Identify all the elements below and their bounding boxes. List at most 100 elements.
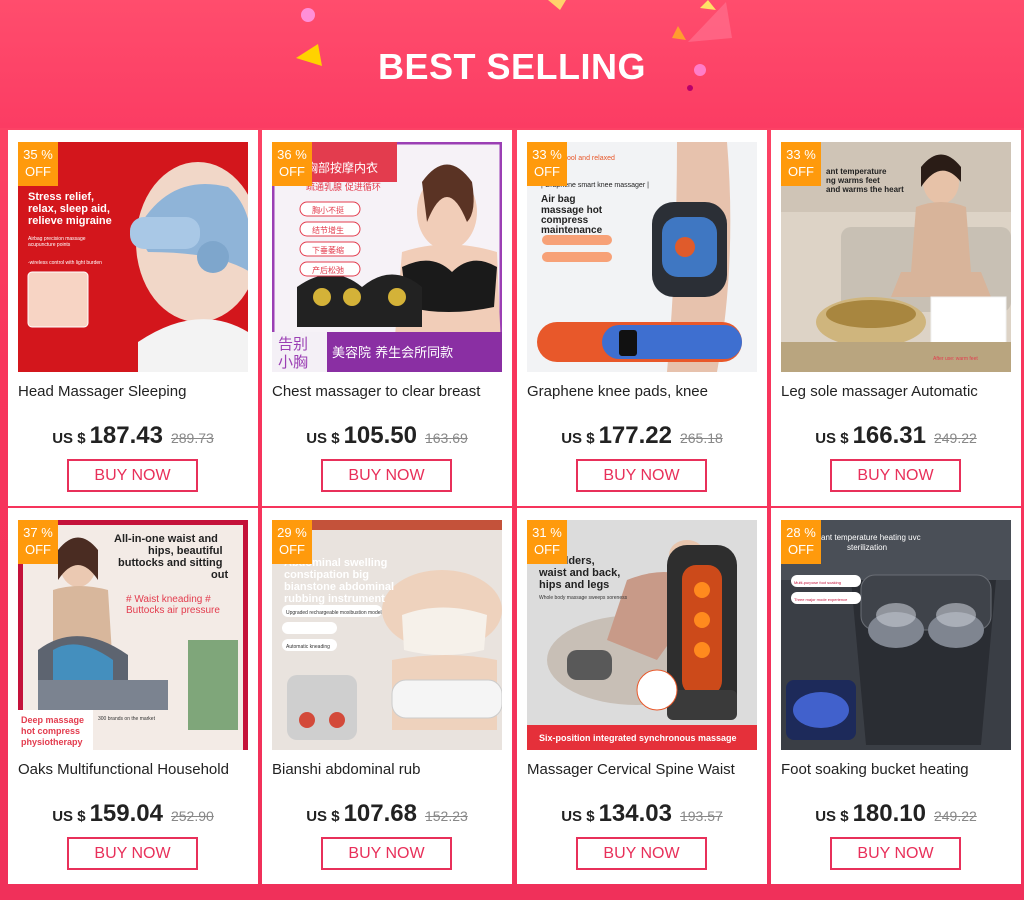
- image-text: ant temperature heating uvc: [821, 533, 921, 542]
- buy-now-button[interactable]: BUY NOW: [321, 459, 452, 492]
- product-image[interactable]: ant temperature heating uvc sterilizatio…: [781, 520, 1011, 750]
- discount-percent: 37 %: [23, 525, 53, 540]
- current-price: 159.04: [89, 800, 163, 827]
- product-name[interactable]: Head Massager Sleeping: [18, 383, 250, 400]
- discount-badge: 36 % OFF: [272, 142, 312, 186]
- image-text: 美容院 养生会所同款: [332, 345, 453, 361]
- product-name[interactable]: Leg sole massager Automatic: [781, 383, 1013, 400]
- image-text: 下垂萎缩: [312, 245, 344, 255]
- discount-off-label: OFF: [534, 164, 560, 179]
- price-row: US $107.68 152.23: [262, 800, 512, 828]
- image-text: Deep massage: [21, 715, 84, 725]
- image-text: Stress relief,: [28, 191, 94, 203]
- buy-now-button[interactable]: BUY NOW: [576, 459, 707, 492]
- image-text: 结节增生: [312, 225, 344, 235]
- currency-label: US $: [815, 808, 849, 825]
- image-text: relax, sleep aid,: [28, 203, 110, 215]
- product-card[interactable]: ant temperature heating uvc sterilizatio…: [771, 508, 1021, 884]
- product-name[interactable]: Bianshi abdominal rub: [272, 761, 504, 778]
- current-price: 166.31: [852, 422, 926, 449]
- product-image[interactable]: shoulders, waist and back, hips and legs…: [527, 520, 757, 750]
- image-text: Air bag: [541, 194, 575, 205]
- original-price: 249.22: [933, 430, 977, 446]
- image-text: rubbing instrument: [284, 593, 385, 605]
- product-image[interactable]: Abdominal swelling constipation big bian…: [272, 520, 502, 750]
- image-text: Whole body massage sweeps soreness: [539, 595, 628, 601]
- image-text: bianstone abdominal: [284, 581, 394, 593]
- product-card[interactable]: All-in-one waist and hips, beautiful but…: [8, 508, 258, 884]
- currency-label: US $: [52, 430, 86, 447]
- discount-percent: 31 %: [532, 525, 562, 540]
- product-card[interactable]: ool and relaxed | Graphene smart knee ma…: [517, 130, 767, 506]
- image-text: 胸部按摩内衣: [306, 160, 378, 175]
- image-text: -wireless control with light burden: [28, 260, 102, 266]
- image-text: hot compress: [21, 726, 80, 736]
- product-name[interactable]: Chest massager to clear breast: [272, 383, 504, 400]
- product-card[interactable]: Abdominal swelling constipation big bian…: [262, 508, 512, 884]
- image-text: maintenance: [541, 225, 603, 236]
- image-text: 疏通乳腺 促进循环: [306, 181, 381, 193]
- currency-label: US $: [306, 808, 340, 825]
- discount-badge: 33 % OFF: [781, 142, 821, 186]
- product-image[interactable]: 胸部按摩内衣 疏通乳腺 促进循环 胸小不挺 结节增生 下垂萎缩 产后松弛 告别 …: [272, 142, 502, 372]
- original-price: 152.23: [424, 808, 468, 824]
- discount-badge: 28 % OFF: [781, 520, 821, 564]
- discount-percent: 36 %: [277, 147, 307, 162]
- image-text: hips and legs: [539, 579, 609, 591]
- discount-off-label: OFF: [279, 164, 305, 179]
- image-text: relieve migraine: [28, 215, 112, 227]
- original-price: 265.18: [679, 430, 723, 446]
- image-text: sterilization: [847, 543, 887, 552]
- buy-now-button[interactable]: BUY NOW: [67, 459, 198, 492]
- discount-badge: 35 % OFF: [18, 142, 58, 186]
- discount-percent: 29 %: [277, 525, 307, 540]
- price-row: US $105.50 163.69: [262, 422, 512, 450]
- product-card[interactable]: shoulders, waist and back, hips and legs…: [517, 508, 767, 884]
- product-image[interactable]: ool and relaxed | Graphene smart knee ma…: [527, 142, 757, 372]
- discount-off-label: OFF: [788, 164, 814, 179]
- buy-now-button[interactable]: BUY NOW: [830, 459, 961, 492]
- buy-now-button[interactable]: BUY NOW: [576, 837, 707, 870]
- image-text: physiotherapy: [21, 737, 83, 747]
- currency-label: US $: [815, 430, 849, 447]
- image-text: Buttocks air pressure: [126, 605, 220, 616]
- discount-badge: 29 % OFF: [272, 520, 312, 564]
- image-text: 300 brands on the market: [98, 716, 156, 722]
- product-name[interactable]: Massager Cervical Spine Waist: [527, 761, 759, 778]
- buy-now-button[interactable]: BUY NOW: [67, 837, 198, 870]
- image-text: 告别: [278, 335, 308, 353]
- discount-off-label: OFF: [788, 542, 814, 557]
- product-name[interactable]: Oaks Multifunctional Household: [18, 761, 250, 778]
- product-image[interactable]: Stress relief, relax, sleep aid, relieve…: [18, 142, 248, 372]
- discount-percent: 28 %: [786, 525, 816, 540]
- product-name[interactable]: Foot soaking bucket heating: [781, 761, 1013, 778]
- discount-off-label: OFF: [25, 164, 51, 179]
- product-card[interactable]: ant temperature ng warms feet and warms …: [771, 130, 1021, 506]
- page-title: BEST SELLING: [377, 46, 647, 87]
- image-text: All-in-one waist and: [114, 533, 218, 545]
- image-text: ng warms feet: [826, 176, 880, 185]
- image-text: Six-position integrated synchronous mass…: [539, 733, 737, 743]
- discount-badge: 37 % OFF: [18, 520, 58, 564]
- image-text: acupuncture points: [28, 242, 71, 248]
- product-image[interactable]: ant temperature ng warms feet and warms …: [781, 142, 1011, 372]
- discount-off-label: OFF: [534, 542, 560, 557]
- image-text: hips, beautiful: [148, 545, 223, 557]
- product-card[interactable]: 胸部按摩内衣 疏通乳腺 促进循环 胸小不挺 结节增生 下垂萎缩 产后松弛 告别 …: [262, 130, 512, 506]
- image-text: 胸小不挺: [312, 205, 344, 215]
- discount-percent: 33 %: [532, 147, 562, 162]
- discount-badge: 33 % OFF: [527, 142, 567, 186]
- product-image[interactable]: All-in-one waist and hips, beautiful but…: [18, 520, 248, 750]
- discount-percent: 35 %: [23, 147, 53, 162]
- current-price: 187.43: [89, 422, 163, 449]
- product-name[interactable]: Graphene knee pads, knee: [527, 383, 759, 400]
- image-text: constipation big: [284, 569, 369, 581]
- original-price: 249.22: [933, 808, 977, 824]
- image-text: Automatic kneading: [286, 644, 330, 650]
- price-row: US $134.03 193.57: [517, 800, 767, 828]
- buy-now-button[interactable]: BUY NOW: [321, 837, 452, 870]
- image-text: Three major mode experience: [794, 597, 848, 602]
- buy-now-button[interactable]: BUY NOW: [830, 837, 961, 870]
- image-text: 小胸: [278, 353, 308, 371]
- product-card[interactable]: Stress relief, relax, sleep aid, relieve…: [8, 130, 258, 506]
